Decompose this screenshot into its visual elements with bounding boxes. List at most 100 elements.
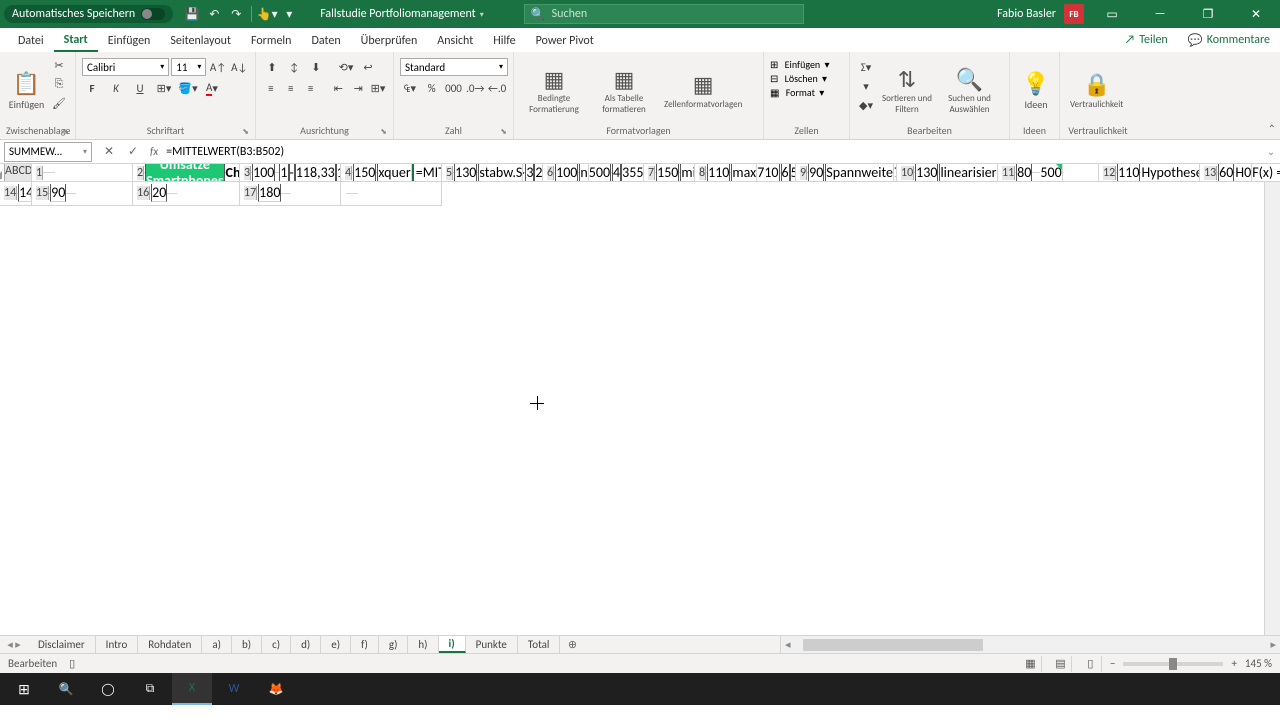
undo-icon[interactable]: ↶ [203, 3, 225, 25]
sheet-tab[interactable]: Rohdaten [138, 636, 202, 653]
tab-powerpivot[interactable]: Power Pivot [526, 28, 604, 52]
cell[interactable]: Hypothesenformulierung [1141, 164, 1200, 182]
comma-icon[interactable]: 000 [444, 79, 464, 97]
delete-cells-button[interactable]: ⊟ Löschen ▾ [770, 72, 843, 85]
cell[interactable]: 118,33 [295, 164, 336, 182]
row-header[interactable]: 10 [901, 166, 914, 180]
cell[interactable]: UmsätzeSmartphones [145, 164, 224, 182]
cell[interactable]: 100 [252, 164, 275, 182]
align-top-icon[interactable]: ⬆ [262, 58, 282, 76]
fx-icon[interactable]: fx [150, 145, 158, 158]
cell[interactable]: 180 [258, 184, 281, 202]
increase-font-icon[interactable]: A↑ [208, 58, 227, 76]
cell[interactable]: 140 [18, 184, 32, 202]
autosum-icon[interactable]: Σ▾ [856, 58, 876, 76]
cell[interactable] [176, 193, 177, 194]
cell[interactable]: 100 [555, 164, 578, 182]
zoom-slider[interactable] [1123, 662, 1223, 666]
zoom-out-icon[interactable]: − [1110, 657, 1115, 670]
align-bottom-icon[interactable]: ⬇ [306, 58, 326, 76]
cell[interactable]: H0 [1235, 164, 1252, 182]
border-icon[interactable]: ⊞▾ [154, 79, 174, 97]
cell[interactable]: 90 [50, 184, 66, 202]
insert-cells-button[interactable]: ⊞ Einfügen ▾ [770, 58, 843, 71]
clear-icon[interactable]: ◆▾ [856, 96, 876, 114]
save-icon[interactable]: 💾 [181, 3, 203, 25]
row-header[interactable]: 15 [36, 186, 49, 200]
excel-taskbar-icon[interactable]: X [172, 673, 212, 705]
format-table-button[interactable]: ▦Als Tabelle formatieren [590, 56, 658, 124]
avatar[interactable]: FB [1064, 4, 1084, 24]
format-cells-button[interactable]: ▦ Format ▾ [770, 86, 843, 99]
row-header[interactable]: 16 [137, 186, 150, 200]
ribbon-mode-icon[interactable]: ▭ [1092, 0, 1132, 28]
cell[interactable]: xquer [377, 164, 411, 182]
decrease-indent-icon[interactable]: ⇤ [329, 79, 347, 97]
comments-button[interactable]: 💬Kommentare [1178, 28, 1280, 52]
bold-icon[interactable]: F [82, 79, 102, 97]
cut-icon[interactable]: ✂ [49, 56, 69, 74]
row-header[interactable]: 2 [137, 166, 144, 180]
cell[interactable]: 110 [707, 164, 730, 182]
launcher-icon[interactable]: ⬊ [380, 127, 387, 137]
sheet-tab[interactable]: Intro [96, 636, 139, 653]
launcher-icon[interactable]: ⬊ [500, 127, 507, 137]
cell[interactable]: 90 [808, 164, 824, 182]
decrease-decimal-icon[interactable]: ←.0 [487, 79, 507, 97]
cell[interactable]: linearisieren [939, 164, 998, 182]
row-header[interactable]: 11 [1002, 166, 1015, 180]
cell[interactable] [54, 172, 55, 173]
align-center-icon[interactable]: ≡ [282, 79, 300, 97]
qat-more-icon[interactable]: ▾ [278, 3, 300, 25]
cell[interactable]: min [680, 164, 695, 182]
row-header[interactable]: 12 [1103, 166, 1116, 180]
row-header[interactable]: 1 [36, 166, 43, 180]
sort-filter-button[interactable]: ⇅Sortieren und Filtern [878, 56, 936, 124]
view-normal-icon[interactable]: ▦ [1020, 656, 1042, 672]
sheet-tab[interactable]: d) [291, 636, 321, 653]
cell[interactable]: 110 [1117, 164, 1140, 182]
toggle-switch[interactable] [141, 8, 165, 20]
cell[interactable]: 20 [151, 184, 167, 202]
autosave-toggle[interactable]: Automatisches Speichern [4, 5, 173, 23]
fill-icon[interactable]: ▾ [856, 77, 876, 95]
tab-hilfe[interactable]: Hilfe [483, 28, 525, 52]
collapse-ribbon-icon[interactable]: ⌃ [1268, 122, 1276, 135]
cell[interactable] [75, 193, 76, 194]
copy-icon[interactable]: ⎘ [49, 75, 69, 93]
increase-decimal-icon[interactable]: .0→ [465, 79, 485, 97]
expand-fbar-icon[interactable]: ⌄ [1262, 145, 1280, 158]
cell[interactable]: 150 [353, 164, 376, 182]
launcher-icon[interactable]: ⬊ [62, 127, 69, 137]
sheet-tab[interactable]: a) [202, 636, 232, 653]
sheet-tab[interactable]: b) [232, 636, 262, 653]
sheet-tab[interactable]: Disclaimer [28, 636, 96, 653]
tab-start[interactable]: Start [54, 28, 98, 52]
cell[interactable]: 1 [279, 164, 288, 182]
cell[interactable]: 710 [757, 164, 779, 182]
sheet-tab[interactable]: Punkte [466, 636, 518, 653]
cell[interactable]: max [731, 164, 757, 182]
row-header[interactable]: 7 [648, 166, 655, 180]
word-taskbar-icon[interactable]: W [214, 673, 254, 705]
zoom-in-icon[interactable]: + [1231, 657, 1236, 670]
column-header[interactable]: D [25, 164, 32, 182]
find-select-button[interactable]: 🔍Suchen und Auswählen [938, 56, 1001, 124]
cell[interactable]: 80 [1016, 164, 1032, 182]
launcher-icon[interactable]: ⬊ [242, 127, 249, 137]
row-header[interactable]: 3 [244, 166, 251, 180]
align-right-icon[interactable]: ≡ [302, 79, 320, 97]
row-header[interactable]: 5 [446, 166, 453, 180]
cell[interactable]: 500 [589, 164, 611, 182]
cell[interactable] [290, 193, 291, 194]
decrease-font-icon[interactable]: A↓ [230, 58, 249, 76]
horizontal-scrollbar[interactable]: ◂▸ [780, 636, 1280, 653]
cell[interactable]: =MITTELWERT(B3:B502) [412, 164, 442, 182]
add-sheet-button[interactable]: ⊕ [560, 636, 584, 653]
file-name[interactable]: Fallstudie Portfoliomanagement [320, 7, 484, 21]
increase-indent-icon[interactable]: ⇥ [349, 79, 367, 97]
underline-icon[interactable]: U [130, 79, 150, 97]
view-pagebreak-icon[interactable]: ▯ [1080, 656, 1102, 672]
format-painter-icon[interactable]: 🖌 [49, 94, 69, 112]
user-name[interactable]: Fabio Basler [997, 7, 1056, 21]
